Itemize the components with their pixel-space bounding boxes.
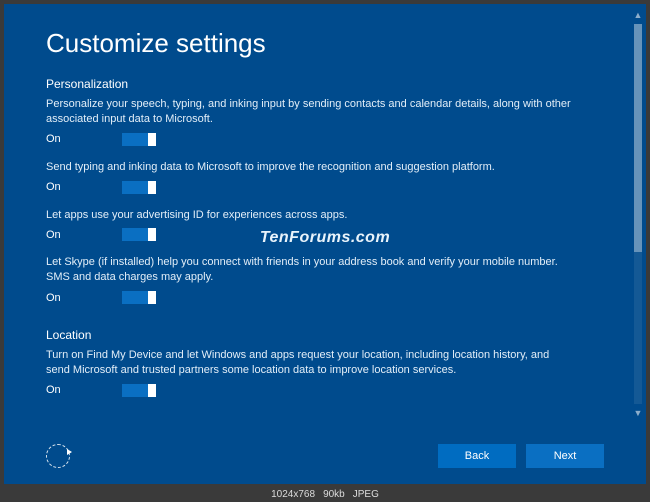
toggle-send-typing[interactable] bbox=[122, 181, 156, 194]
section-header-location: Location bbox=[46, 328, 604, 342]
toggle-speech-typing[interactable] bbox=[122, 133, 156, 146]
setting-desc: Personalize your speech, typing, and ink… bbox=[46, 97, 576, 127]
scroll-down-arrow[interactable]: ▼ bbox=[633, 408, 643, 418]
footer: Back Next bbox=[46, 444, 604, 468]
toggle-location[interactable] bbox=[122, 384, 156, 397]
page-title: Customize settings bbox=[46, 28, 604, 59]
settings-window: ▲ ▼ Customize settings Personalization P… bbox=[4, 4, 646, 484]
section-header-personalization: Personalization bbox=[46, 77, 604, 91]
scroll-up-arrow[interactable]: ▲ bbox=[633, 10, 643, 20]
resolution-text: 1024x768 bbox=[271, 489, 315, 500]
setting-speech-typing: Personalize your speech, typing, and ink… bbox=[46, 97, 604, 146]
scrollbar[interactable] bbox=[634, 24, 642, 404]
setting-desc: Let apps use your advertising ID for exp… bbox=[46, 208, 576, 223]
setting-advertising-id: Let apps use your advertising ID for exp… bbox=[46, 208, 604, 242]
ease-of-access-icon[interactable] bbox=[46, 444, 70, 468]
toggle-state: On bbox=[46, 133, 66, 145]
toggle-state: On bbox=[46, 292, 66, 304]
size-text: 90kb bbox=[323, 489, 345, 500]
scrollbar-thumb[interactable] bbox=[634, 24, 642, 252]
image-caption-bar: 1024x768 90kb JPEG bbox=[0, 486, 650, 502]
toggle-state: On bbox=[46, 384, 66, 396]
back-button[interactable]: Back bbox=[438, 444, 516, 468]
toggle-state: On bbox=[46, 229, 66, 241]
setting-send-typing: Send typing and inking data to Microsoft… bbox=[46, 160, 604, 194]
setting-desc: Send typing and inking data to Microsoft… bbox=[46, 160, 576, 175]
next-button[interactable]: Next bbox=[526, 444, 604, 468]
format-text: JPEG bbox=[353, 489, 379, 500]
setting-location: Turn on Find My Device and let Windows a… bbox=[46, 348, 604, 397]
setting-skype: Let Skype (if installed) help you connec… bbox=[46, 255, 604, 304]
toggle-advertising-id[interactable] bbox=[122, 228, 156, 241]
toggle-skype[interactable] bbox=[122, 291, 156, 304]
setting-desc: Let Skype (if installed) help you connec… bbox=[46, 255, 576, 285]
toggle-state: On bbox=[46, 181, 66, 193]
setting-desc: Turn on Find My Device and let Windows a… bbox=[46, 348, 576, 378]
